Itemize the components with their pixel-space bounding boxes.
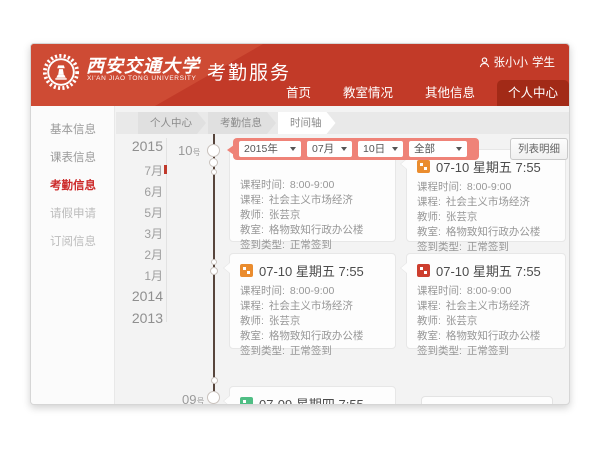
signin-type: 正常签到: [290, 344, 332, 359]
course-name: 社会主义市场经济: [269, 299, 353, 314]
attendance-card[interactable]: 07-10 星期五 7:55 课程时间:8:00-9:00 课程:社会主义市场经…: [406, 253, 566, 349]
user-info[interactable]: 张小小 学生: [479, 54, 556, 70]
timeline-year-2014[interactable]: 2014: [119, 288, 163, 304]
chevron-down-icon: [392, 147, 398, 151]
timeline-month-jan[interactable]: 1月: [119, 267, 163, 284]
orange-seal-icon: [417, 160, 430, 173]
attendance-card[interactable]: 07-09 星期四 7:55: [229, 386, 396, 405]
timeline-month-may[interactable]: 5月: [119, 204, 163, 221]
breadcrumb-attendance-info[interactable]: 考勤信息: [208, 112, 276, 134]
timeline-day-10: 10号: [178, 143, 200, 158]
chevron-down-icon: [456, 147, 462, 151]
timeline-month-jun[interactable]: 6月: [119, 183, 163, 200]
sidebar-item-schedule-info[interactable]: 课表信息: [31, 144, 114, 172]
teacher-name: 张芸京: [269, 314, 301, 329]
app-header: 西安交通大学 XI'AN JIAO TONG UNIVERSITY 考勤服务 张…: [31, 44, 569, 106]
timeline-dot: [210, 267, 218, 275]
course-time: 8:00-9:00: [467, 180, 511, 195]
day-dropdown[interactable]: 10日: [358, 141, 403, 157]
university-logo-icon: [42, 53, 80, 91]
course-time: 8:00-9:00: [290, 178, 334, 193]
user-name: 张小小: [494, 54, 529, 70]
attendance-card-partial[interactable]: [421, 396, 553, 405]
signin-type: 正常签到: [290, 238, 332, 253]
card-tail: [224, 396, 230, 405]
timeline-dot: [211, 259, 217, 265]
timeline-dot: [211, 377, 218, 384]
nav-classroom-status[interactable]: 教室情况: [327, 80, 409, 106]
course-name: 社会主义市场经济: [446, 299, 530, 314]
teacher-name: 张芸京: [269, 208, 301, 223]
green-seal-icon: [240, 397, 253, 405]
classroom-name: 格物致知行政办公楼: [269, 223, 364, 238]
year-dropdown[interactable]: 2015年: [239, 141, 301, 157]
list-detail-button[interactable]: 列表明细: [510, 138, 568, 160]
classroom-name: 格物致知行政办公楼: [446, 225, 541, 240]
university-name-en: XI'AN JIAO TONG UNIVERSITY: [87, 75, 196, 82]
attendance-card[interactable]: 07-10 星期五 7:55 课程时间:8:00-9:00 课程:社会主义市场经…: [406, 149, 566, 242]
card-date-title: 07-10 星期五 7:55: [259, 261, 364, 280]
attendance-card[interactable]: 课程时间:8:00-9:00 课程:社会主义市场经济 教师:张芸京 教室:格物致…: [229, 149, 396, 242]
top-navigation: 首页 教室情况 其他信息 个人中心: [270, 80, 569, 106]
sidebar-item-leave-request[interactable]: 请假申请: [31, 200, 114, 228]
nav-personal-center-active-tab[interactable]: 个人中心: [497, 80, 569, 106]
signin-type: 正常签到: [467, 344, 509, 359]
card-tail: [401, 159, 407, 169]
month-dropdown[interactable]: 07月: [307, 141, 352, 157]
red-seal-icon: [417, 264, 430, 277]
breadcrumb-personal-center[interactable]: 个人中心: [138, 112, 206, 134]
sidebar-item-attendance-info[interactable]: 考勤信息: [31, 172, 114, 200]
timeline-current-month-marker: [164, 165, 167, 174]
attendance-card[interactable]: 07-10 星期五 7:55 课程时间:8:00-9:00 课程:社会主义市场经…: [229, 253, 396, 349]
chevron-down-icon: [290, 147, 296, 151]
breadcrumb-timeline-active[interactable]: 时间轴: [278, 112, 336, 134]
sidebar: 基本信息 课表信息 考勤信息 请假申请 订阅信息: [31, 106, 115, 405]
teacher-name: 张芸京: [446, 314, 478, 329]
breadcrumb: 个人中心 考勤信息 时间轴: [116, 112, 569, 134]
type-dropdown[interactable]: 全部: [409, 141, 467, 157]
timeline-month-jul[interactable]: 7月: [119, 162, 163, 179]
filter-bar: 2015年 07月 10日 全部: [233, 138, 479, 160]
nav-other-info[interactable]: 其他信息: [409, 80, 491, 106]
timeline-year-2015[interactable]: 2015: [119, 138, 163, 154]
card-tail: [401, 263, 407, 273]
timeline-dot: [209, 158, 218, 167]
timeline-dot: [211, 169, 217, 175]
chevron-down-icon: [341, 147, 347, 151]
sidebar-item-subscription-info[interactable]: 订阅信息: [31, 228, 114, 256]
timeline-year-2013[interactable]: 2013: [119, 310, 163, 326]
timeline-dot: [207, 391, 220, 404]
classroom-name: 格物致知行政办公楼: [269, 329, 364, 344]
orange-seal-icon: [240, 264, 253, 277]
course-name: 社会主义市场经济: [446, 195, 530, 210]
classroom-name: 格物致知行政办公楼: [446, 329, 541, 344]
person-icon: [479, 57, 490, 68]
card-tail: [224, 263, 230, 273]
timeline-month-mar[interactable]: 3月: [119, 225, 163, 242]
card-date-title: 07-09 星期四 7:55: [259, 394, 364, 405]
course-time: 8:00-9:00: [290, 284, 334, 299]
sidebar-item-basic-info[interactable]: 基本信息: [31, 116, 114, 144]
user-role: 学生: [532, 54, 555, 70]
course-time: 8:00-9:00: [467, 284, 511, 299]
teacher-name: 张芸京: [446, 210, 478, 225]
course-name: 社会主义市场经济: [269, 193, 353, 208]
timeline-day-09: 09号: [182, 392, 204, 405]
card-date-title: 07-10 星期五 7:55: [436, 261, 541, 280]
timeline-month-feb[interactable]: 2月: [119, 246, 163, 263]
nav-home[interactable]: 首页: [270, 80, 327, 106]
timeline-dot: [207, 144, 220, 157]
attendance-app-window: 西安交通大学 XI'AN JIAO TONG UNIVERSITY 考勤服务 张…: [30, 43, 570, 405]
